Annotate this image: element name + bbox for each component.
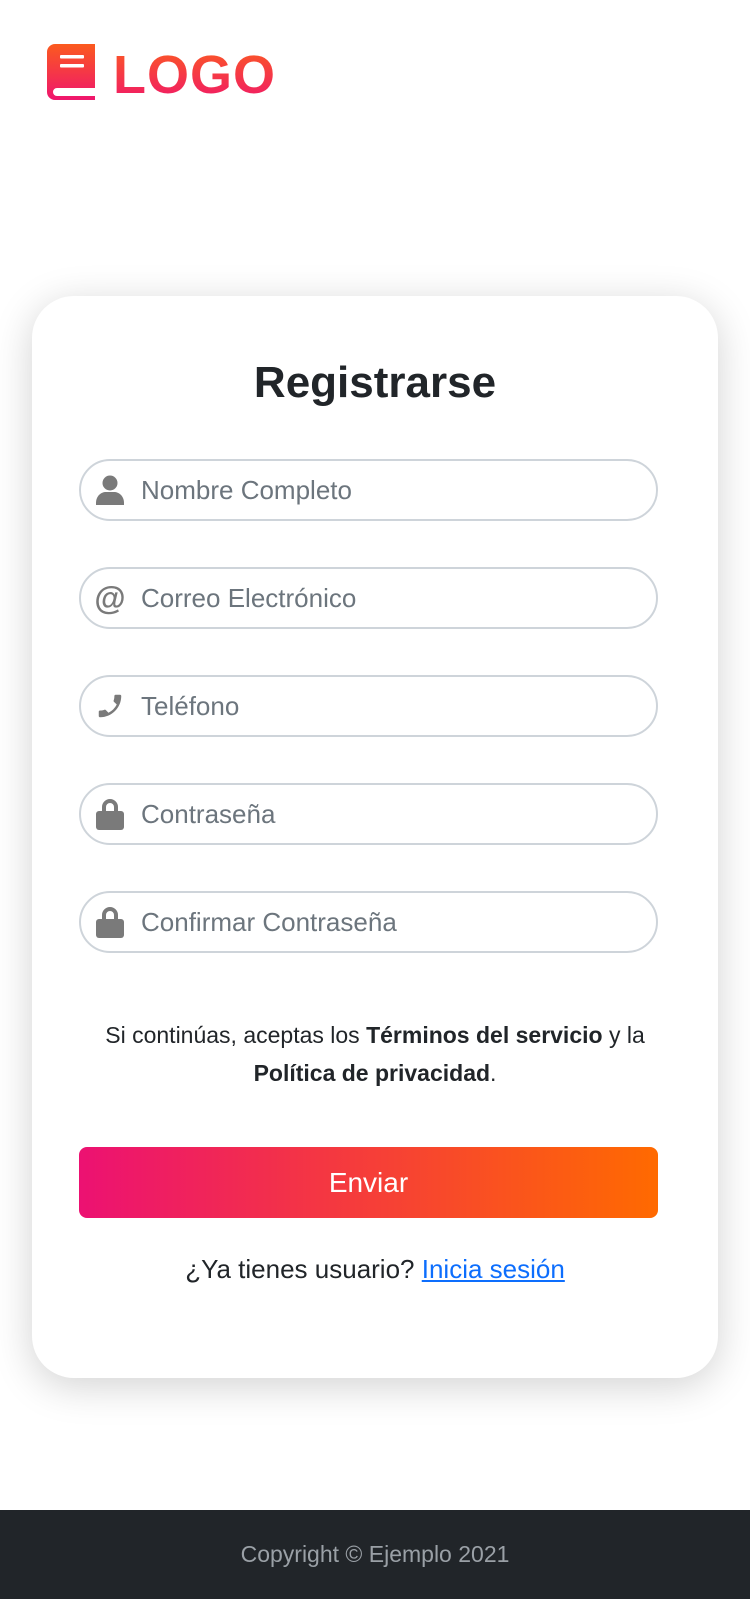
logo[interactable]: LOGO <box>47 44 276 105</box>
confirm-password-input[interactable] <box>139 905 623 939</box>
logo-text: LOGO <box>113 44 276 105</box>
login-prompt-text: ¿Ya tienes usuario? <box>185 1254 422 1284</box>
password-field[interactable] <box>79 783 658 845</box>
login-prompt: ¿Ya tienes usuario? Inicia sesión <box>32 1254 718 1285</box>
terms-middle: y la <box>602 1022 645 1048</box>
login-link[interactable]: Inicia sesión <box>422 1254 565 1284</box>
terms-of-service-link[interactable]: Términos del servicio <box>366 1022 602 1048</box>
user-icon <box>95 475 125 505</box>
phone-field[interactable] <box>79 675 658 737</box>
copyright-text: Copyright © Ejemplo 2021 <box>240 1541 510 1567</box>
password-input[interactable] <box>139 797 623 831</box>
lock-icon <box>95 907 125 938</box>
phone-input[interactable] <box>139 689 623 723</box>
phone-icon <box>95 691 125 721</box>
page-title: Registrarse <box>253 358 497 407</box>
full-name-field[interactable] <box>79 459 658 521</box>
terms-suffix: . <box>490 1060 497 1086</box>
full-name-input[interactable] <box>139 473 623 507</box>
at-icon: @ <box>94 579 126 616</box>
terms-prefix: Si continúas, aceptas los <box>105 1022 367 1048</box>
book-icon <box>47 44 95 105</box>
privacy-policy-link[interactable]: Política de privacidad <box>254 1060 490 1086</box>
submit-button[interactable]: Enviar <box>79 1147 658 1218</box>
lock-icon <box>95 799 125 830</box>
confirm-password-field[interactable] <box>79 891 658 953</box>
email-field[interactable]: @ <box>79 567 658 629</box>
terms-notice: Si continúas, aceptas los Términos del s… <box>72 1016 678 1092</box>
email-input[interactable] <box>139 581 623 615</box>
register-card: Registrarse @ Si continúas, aceptas los … <box>32 296 718 1378</box>
footer: Copyright © Ejemplo 2021 <box>0 1510 750 1599</box>
